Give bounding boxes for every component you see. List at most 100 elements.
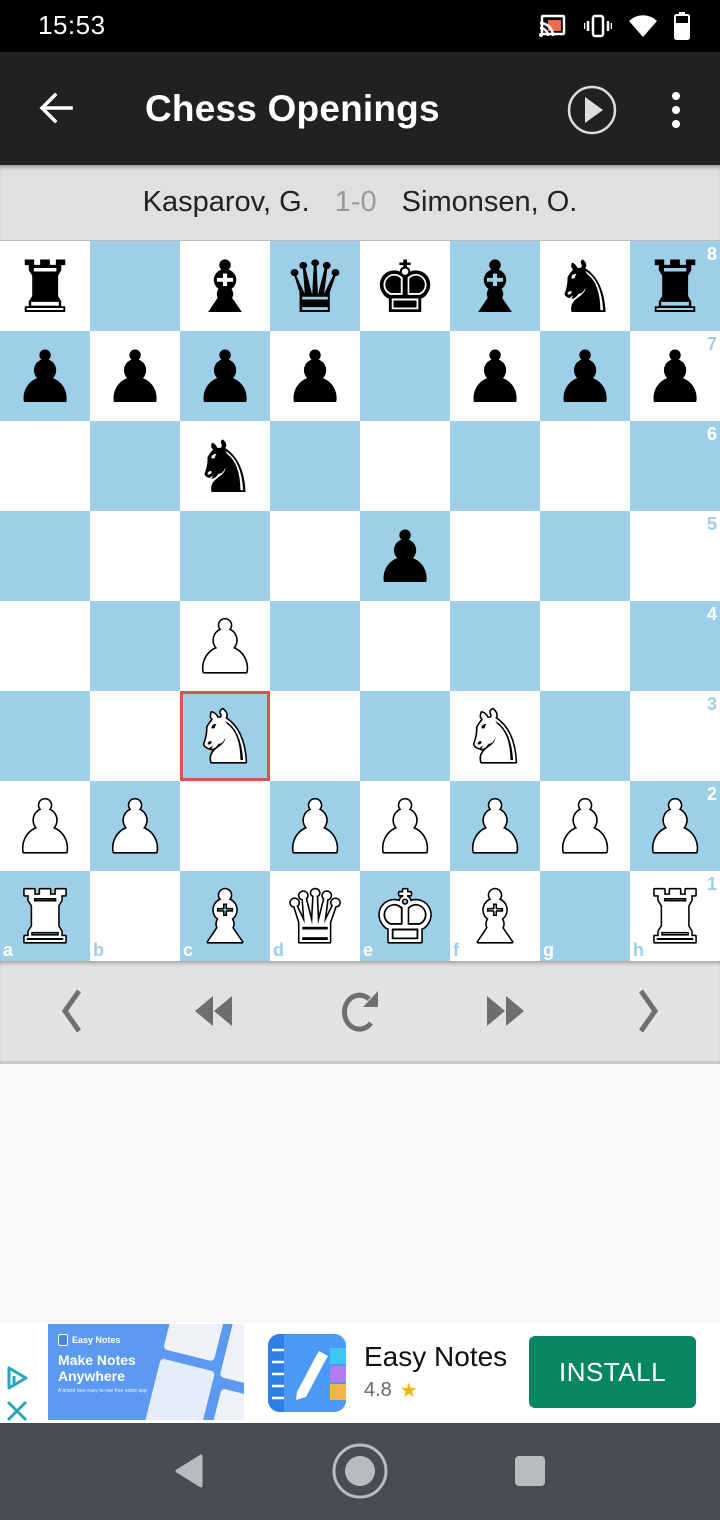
square-c8[interactable]: ♝ <box>180 241 270 331</box>
black-knight-icon[interactable]: ♞ <box>543 244 627 328</box>
square-d6[interactable] <box>270 421 360 511</box>
square-d1[interactable]: ♛ d <box>270 871 360 961</box>
white-pawn-icon[interactable]: ♟ <box>453 784 537 868</box>
square-a8[interactable]: ♜ <box>0 241 90 331</box>
square-f4[interactable] <box>450 601 540 691</box>
white-bishop-icon[interactable]: ♝ <box>453 874 537 958</box>
ad-banner[interactable]: Easy Notes Make Notes Anywhere A brand n… <box>0 1323 720 1423</box>
square-f6[interactable] <box>450 421 540 511</box>
black-pawn-icon[interactable]: ♟ <box>183 334 267 418</box>
nav-back-button[interactable] <box>158 1443 218 1503</box>
black-bishop-icon[interactable]: ♝ <box>453 244 537 328</box>
previous-move-button[interactable] <box>42 983 102 1043</box>
white-queen-icon[interactable]: ♛ <box>273 874 357 958</box>
black-pawn-icon[interactable]: ♟ <box>93 334 177 418</box>
black-knight-icon[interactable]: ♞ <box>183 424 267 508</box>
square-e6[interactable] <box>360 421 450 511</box>
square-d5[interactable] <box>270 511 360 601</box>
square-b2[interactable]: ♟ <box>90 781 180 871</box>
black-pawn-icon[interactable]: ♟ <box>273 334 357 418</box>
square-h8[interactable]: ♜ 8 <box>630 241 720 331</box>
black-pawn-icon[interactable]: ♟ <box>363 514 447 598</box>
black-king-icon[interactable]: ♚ <box>363 244 447 328</box>
square-b5[interactable] <box>90 511 180 601</box>
square-b6[interactable] <box>90 421 180 511</box>
next-move-button[interactable] <box>618 983 678 1043</box>
nav-recents-button[interactable] <box>500 1443 560 1503</box>
black-rook-icon[interactable]: ♜ <box>3 244 87 328</box>
square-h4[interactable]: 4 <box>630 601 720 691</box>
square-c5[interactable] <box>180 511 270 601</box>
square-g4[interactable] <box>540 601 630 691</box>
square-b3[interactable] <box>90 691 180 781</box>
square-b8[interactable] <box>90 241 180 331</box>
white-pawn-icon[interactable]: ♟ <box>93 784 177 868</box>
easy-notes-app-icon[interactable] <box>268 1334 346 1412</box>
square-b1[interactable]: b <box>90 871 180 961</box>
square-d8[interactable]: ♛ <box>270 241 360 331</box>
square-a5[interactable] <box>0 511 90 601</box>
square-h6[interactable]: 6 <box>630 421 720 511</box>
white-king-icon[interactable]: ♚ <box>363 874 447 958</box>
square-a6[interactable] <box>0 421 90 511</box>
square-c1[interactable]: ♝ c <box>180 871 270 961</box>
white-pawn-icon[interactable]: ♟ <box>183 604 267 688</box>
square-a7[interactable]: ♟ <box>0 331 90 421</box>
square-e4[interactable] <box>360 601 450 691</box>
ad-banner-image[interactable]: Easy Notes Make Notes Anywhere A brand n… <box>48 1324 244 1420</box>
square-c7[interactable]: ♟ <box>180 331 270 421</box>
square-d4[interactable] <box>270 601 360 691</box>
square-c6[interactable]: ♞ <box>180 421 270 511</box>
square-d2[interactable]: ♟ <box>270 781 360 871</box>
square-c2[interactable] <box>180 781 270 871</box>
square-d7[interactable]: ♟ <box>270 331 360 421</box>
install-button[interactable]: INSTALL <box>529 1336 696 1408</box>
white-knight-icon[interactable]: ♞ <box>453 694 537 778</box>
square-a4[interactable] <box>0 601 90 691</box>
more-options-button[interactable] <box>660 84 692 136</box>
black-bishop-icon[interactable]: ♝ <box>183 244 267 328</box>
white-pawn-icon[interactable]: ♟ <box>543 784 627 868</box>
square-f3[interactable]: ♞ <box>450 691 540 781</box>
white-pawn-icon[interactable]: ♟ <box>273 784 357 868</box>
square-e1[interactable]: ♚ e <box>360 871 450 961</box>
black-pawn-icon[interactable]: ♟ <box>453 334 537 418</box>
square-g1[interactable]: g <box>540 871 630 961</box>
square-e2[interactable]: ♟ <box>360 781 450 871</box>
back-button[interactable] <box>28 82 84 138</box>
square-g5[interactable] <box>540 511 630 601</box>
square-f8[interactable]: ♝ <box>450 241 540 331</box>
square-g7[interactable]: ♟ <box>540 331 630 421</box>
square-g3[interactable] <box>540 691 630 781</box>
square-h3[interactable]: 3 <box>630 691 720 781</box>
square-a2[interactable]: ♟ <box>0 781 90 871</box>
square-h7[interactable]: ♟ 7 <box>630 331 720 421</box>
nav-home-button[interactable] <box>330 1443 390 1503</box>
square-b7[interactable]: ♟ <box>90 331 180 421</box>
square-a1[interactable]: ♜ a <box>0 871 90 961</box>
square-e7[interactable] <box>360 331 450 421</box>
square-g2[interactable]: ♟ <box>540 781 630 871</box>
square-f7[interactable]: ♟ <box>450 331 540 421</box>
square-g8[interactable]: ♞ <box>540 241 630 331</box>
white-pawn-icon[interactable]: ♟ <box>363 784 447 868</box>
square-g6[interactable] <box>540 421 630 511</box>
white-rook-icon[interactable]: ♜ <box>633 874 717 958</box>
autoplay-button[interactable] <box>566 84 618 136</box>
reset-button[interactable] <box>330 983 390 1043</box>
square-f2[interactable]: ♟ <box>450 781 540 871</box>
black-pawn-icon[interactable]: ♟ <box>633 334 717 418</box>
square-e8[interactable]: ♚ <box>360 241 450 331</box>
square-h5[interactable]: 5 <box>630 511 720 601</box>
square-e5[interactable]: ♟ <box>360 511 450 601</box>
black-pawn-icon[interactable]: ♟ <box>3 334 87 418</box>
square-f5[interactable] <box>450 511 540 601</box>
black-pawn-icon[interactable]: ♟ <box>543 334 627 418</box>
ad-choices[interactable] <box>4 1365 30 1422</box>
last-move-button[interactable] <box>476 983 536 1043</box>
square-d3[interactable] <box>270 691 360 781</box>
square-h1[interactable]: ♜ 1 h <box>630 871 720 961</box>
square-a3[interactable] <box>0 691 90 781</box>
square-c4[interactable]: ♟ <box>180 601 270 691</box>
white-rook-icon[interactable]: ♜ <box>3 874 87 958</box>
